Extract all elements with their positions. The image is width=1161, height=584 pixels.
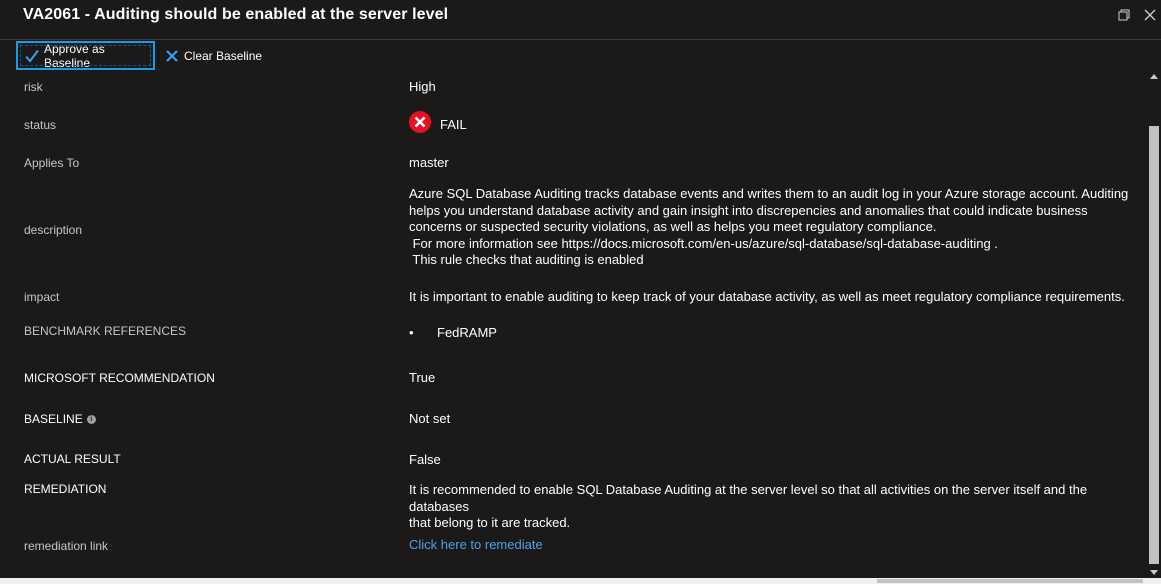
- description-line: Azure SQL Database Auditing tracks datab…: [409, 186, 1129, 201]
- remediation-label: REMEDIATION: [24, 482, 107, 496]
- vertical-scrollbar[interactable]: [1147, 72, 1161, 578]
- details-blade: VA2061 - Auditing should be enabled at t…: [0, 0, 1161, 584]
- remediation-line: that belong to it are tracked.: [409, 515, 571, 530]
- clear-baseline-button[interactable]: Clear Baseline: [163, 41, 262, 70]
- info-icon[interactable]: i: [86, 415, 96, 425]
- horizontal-scrollbar[interactable]: [0, 578, 1161, 584]
- applies-to-value: master: [409, 155, 449, 170]
- remediation-value: It is recommended to enable SQL Database…: [409, 482, 1139, 532]
- scroll-down-arrow-icon[interactable]: [1150, 570, 1158, 575]
- fail-icon: [409, 111, 431, 133]
- x-icon: [165, 49, 179, 63]
- description-value: Azure SQL Database Auditing tracks datab…: [409, 186, 1129, 269]
- remediation-link[interactable]: Click here to remediate: [409, 537, 543, 554]
- scroll-up-arrow-icon[interactable]: [1150, 74, 1158, 79]
- page-title: VA2061 - Auditing should be enabled at t…: [23, 6, 449, 23]
- remediation-line: It is recommended to enable SQL Database…: [409, 482, 1088, 514]
- baseline-label: BASELINE i: [24, 412, 96, 426]
- description-line: concerns or suspected security violation…: [409, 219, 937, 234]
- risk-value: High: [409, 79, 436, 94]
- benchmark-references-label: BENCHMARK REFERENCES: [24, 324, 187, 338]
- description-line: For more information see https://docs.mi…: [409, 235, 998, 251]
- baseline-value: Not set: [409, 411, 451, 426]
- details-content: risk High status FAIL Applies To master …: [0, 72, 1147, 578]
- remediation-link-label: remediation link: [24, 539, 109, 553]
- scroll-thumb[interactable]: [1149, 126, 1159, 564]
- bullet-icon: •: [409, 325, 414, 340]
- status-label: status: [24, 118, 57, 132]
- command-bar: Approve as Baseline Clear Baseline: [0, 40, 1161, 72]
- restore-icon[interactable]: [1116, 8, 1132, 24]
- applies-to-label: Applies To: [24, 156, 80, 170]
- risk-label: risk: [24, 80, 43, 94]
- horizontal-scroll-thumb[interactable]: [877, 579, 1143, 583]
- actual-result-value: False: [409, 452, 441, 467]
- clear-baseline-label: Clear Baseline: [184, 48, 263, 63]
- description-label: description: [24, 223, 83, 237]
- microsoft-recommendation-label: MICROSOFT RECOMMENDATION: [24, 371, 215, 385]
- baseline-label-text: BASELINE: [24, 412, 83, 426]
- title-bar: VA2061 - Auditing should be enabled at t…: [0, 0, 1161, 40]
- description-line: This rule checks that auditing is enable…: [409, 252, 644, 267]
- microsoft-recommendation-value: True: [409, 370, 436, 385]
- checkmark-icon: [25, 49, 39, 63]
- impact-value: It is important to enable auditing to ke…: [409, 289, 1125, 304]
- actual-result-label: ACTUAL RESULT: [24, 452, 121, 466]
- close-icon[interactable]: [1142, 8, 1158, 24]
- description-line: helps you understand database activity a…: [409, 202, 1088, 218]
- impact-label: impact: [24, 290, 60, 304]
- benchmark-reference-item: FedRAMP: [437, 325, 497, 340]
- approve-as-baseline-label: Approve as Baseline: [44, 41, 105, 70]
- approve-as-baseline-button[interactable]: Approve as Baseline: [16, 41, 155, 70]
- status-value: FAIL: [440, 117, 467, 132]
